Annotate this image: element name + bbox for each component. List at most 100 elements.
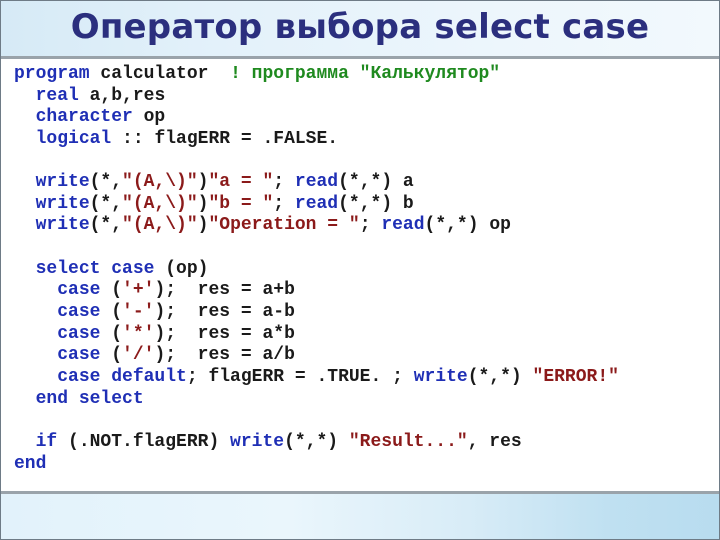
code-line: case ('+'); res = a+b xyxy=(14,280,619,302)
code-text: ); res = a/b xyxy=(154,345,295,366)
code-keyword: select case xyxy=(35,258,155,279)
code-keyword: read xyxy=(294,193,339,214)
slide-title: Оператор выбора select case xyxy=(70,7,650,47)
code-string: "Result..." xyxy=(348,431,468,452)
code-keyword: case xyxy=(57,280,101,301)
code-keyword: case xyxy=(57,345,101,366)
code-keyword: write xyxy=(230,431,285,452)
code-text: a,b,res xyxy=(78,85,166,106)
code-line: case default; flagERR = .TRUE. ; write(*… xyxy=(14,367,619,389)
code-line: end select xyxy=(14,389,619,411)
code-line: case ('-'); res = a-b xyxy=(14,302,619,324)
code-keyword: read xyxy=(294,172,339,193)
code-string: "ERROR!" xyxy=(532,366,619,387)
code-line: write(*,"(A,\)")"b = "; read(*,*) b xyxy=(14,194,619,216)
code-text: ); res = a-b xyxy=(154,302,295,323)
code-keyword: write xyxy=(35,172,90,193)
code-string: "(A,\)" xyxy=(122,172,198,193)
slide-header: Оператор выбора select case xyxy=(1,1,719,59)
code-string: '+' xyxy=(122,280,155,301)
code-text: ) xyxy=(197,193,209,214)
code-listing: program calculator ! программа "Калькуля… xyxy=(14,64,619,475)
code-line: program calculator ! программа "Калькуля… xyxy=(14,64,619,86)
code-text: ); res = a+b xyxy=(154,280,295,301)
code-text: , res xyxy=(467,431,522,452)
code-line: case ('*'); res = a*b xyxy=(14,324,619,346)
code-keyword: write xyxy=(35,215,90,236)
code-text: ; xyxy=(273,172,295,193)
code-text: ; xyxy=(273,193,295,214)
code-text: ) xyxy=(197,172,209,193)
code-keyword: case default xyxy=(57,366,187,387)
code-keyword: character xyxy=(35,107,133,128)
code-keyword: case xyxy=(57,323,101,344)
code-line: end xyxy=(14,454,619,476)
code-string: "a = " xyxy=(208,172,274,193)
slide: Оператор выбора select case program calc… xyxy=(0,0,720,540)
code-line: logical :: flagERR = .FALSE. xyxy=(14,129,619,151)
code-text: (op) xyxy=(154,258,209,279)
code-keyword: write xyxy=(35,193,90,214)
code-keyword: end xyxy=(14,453,47,474)
code-text: (*, xyxy=(89,215,123,236)
code-text: :: flagERR = .FALSE. xyxy=(111,128,339,149)
code-line: case ('/'); res = a/b xyxy=(14,345,619,367)
code-keyword: case xyxy=(57,302,101,323)
code-text: (*, xyxy=(89,193,123,214)
code-keyword: real xyxy=(35,85,79,106)
code-string: '-' xyxy=(122,302,155,323)
code-text: (*,*) xyxy=(467,366,533,387)
code-line: character op xyxy=(14,107,619,129)
code-string: "(A,\)" xyxy=(122,215,198,236)
code-line: real a,b,res xyxy=(14,86,619,108)
code-text: (*,*) xyxy=(284,431,349,452)
code-keyword: if xyxy=(35,431,58,452)
code-text: calculator xyxy=(89,64,231,84)
code-keyword: write xyxy=(413,366,468,387)
code-string: "(A,\)" xyxy=(122,193,198,214)
code-line: select case (op) xyxy=(14,259,619,281)
code-text: ; xyxy=(359,215,382,236)
code-text: op xyxy=(132,107,166,128)
code-line: write(*,"(A,\)")"a = "; read(*,*) a xyxy=(14,172,619,194)
code-line: write(*,"(A,\)")"Operation = "; read(*,*… xyxy=(14,215,619,237)
code-string: '/' xyxy=(122,345,155,366)
slide-footer xyxy=(1,491,719,539)
code-text: ( xyxy=(100,345,123,366)
code-text: ( xyxy=(100,323,123,344)
code-string: "b = " xyxy=(208,193,274,214)
code-keyword: end select xyxy=(35,388,144,409)
code-text: (*,*) b xyxy=(338,193,414,214)
code-line: if (.NOT.flagERR) write(*,*) "Result..."… xyxy=(14,432,619,454)
code-comment: ! программа "Калькулятор" xyxy=(230,64,501,84)
code-text: ( xyxy=(100,302,123,323)
code-text: (*,*) a xyxy=(338,172,414,193)
code-text: ; flagERR = .TRUE. ; xyxy=(186,366,414,387)
code-text: (*, xyxy=(89,172,123,193)
code-text: ); res = a*b xyxy=(154,323,295,344)
code-text: (.NOT.flagERR) xyxy=(57,431,231,452)
code-keyword: read xyxy=(381,215,425,236)
code-text: (*,*) op xyxy=(424,215,511,236)
code-keyword: logical xyxy=(35,128,112,149)
code-string: '*' xyxy=(122,323,155,344)
code-string: "Operation = " xyxy=(208,215,360,236)
code-text: ( xyxy=(100,280,123,301)
code-text: ) xyxy=(197,215,209,236)
code-keyword: program xyxy=(14,64,90,84)
